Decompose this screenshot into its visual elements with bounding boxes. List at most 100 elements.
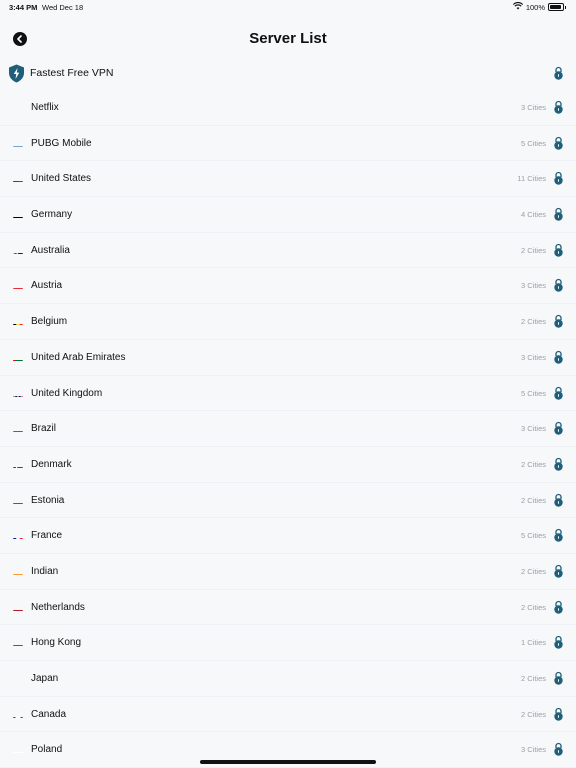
server-row-at[interactable]: Austria 3 Cities xyxy=(0,268,576,305)
home-indicator[interactable] xyxy=(200,760,376,764)
battery-percent: 100% xyxy=(525,2,545,12)
server-name: Indian xyxy=(31,565,59,577)
pubg-flag-icon xyxy=(13,140,23,147)
city-count: 2 Cities xyxy=(520,566,546,576)
lock-icon xyxy=(553,421,564,440)
lock-icon xyxy=(553,564,564,583)
server-list: NETFLIX Netflix 3 Cities PUBG Mobile 5 Citie… xyxy=(0,90,576,768)
lock-icon xyxy=(553,600,564,619)
city-count: 3 Cities xyxy=(520,745,546,755)
city-count: 3 Cities xyxy=(520,281,546,291)
city-count: 2 Cities xyxy=(520,602,546,612)
server-row-pubg[interactable]: PUBG Mobile 5 Cities xyxy=(0,126,576,162)
city-count: 2 Cities xyxy=(520,245,546,255)
server-row-in[interactable]: Indian 2 Cities xyxy=(0,554,576,590)
netflix-flag-icon: NETFLIX xyxy=(13,104,23,111)
server-name: Estonia xyxy=(31,494,65,506)
lock-icon xyxy=(553,635,564,654)
server-row-nl[interactable]: Netherlands 2 Cities xyxy=(0,590,576,626)
fastest-server-row[interactable]: Fastest Free VPN xyxy=(0,60,576,88)
at-flag-icon xyxy=(13,282,23,290)
city-count: 3 Cities xyxy=(520,424,546,434)
ee-flag-icon xyxy=(13,497,23,504)
pl-flag-icon xyxy=(13,746,23,754)
server-name: United Kingdom xyxy=(31,387,103,399)
city-count: 1 Cities xyxy=(520,638,546,648)
server-row-de[interactable]: Germany 4 Cities xyxy=(0,197,576,233)
hk-flag-icon xyxy=(13,639,23,647)
city-count: 5 Cities xyxy=(520,388,546,398)
status-date: Wed Dec 18 xyxy=(42,3,84,12)
lock-icon xyxy=(553,243,564,262)
jp-flag-icon xyxy=(13,675,23,682)
server-row-br[interactable]: Brazil 3 Cities xyxy=(0,411,576,447)
lock-icon xyxy=(553,66,564,85)
city-count: 4 Cities xyxy=(520,210,546,220)
ae-flag-icon xyxy=(13,354,23,361)
server-row-be[interactable]: Belgium 2 Cities xyxy=(0,304,576,340)
server-row-gb[interactable]: United Kingdom 5 Cities xyxy=(0,376,576,412)
server-row-netflix[interactable]: NETFLIX Netflix 3 Cities xyxy=(0,90,576,126)
server-name: Netherlands xyxy=(31,601,85,613)
dk-flag-icon xyxy=(13,461,23,468)
server-row-ee[interactable]: Estonia 2 Cities xyxy=(0,483,576,519)
lock-icon xyxy=(553,314,564,333)
server-name: Germany xyxy=(31,209,73,221)
server-row-ae[interactable]: United Arab Emirates 3 Cities xyxy=(0,340,576,376)
server-row-jp[interactable]: Japan 2 Cities xyxy=(0,661,576,697)
gb-flag-icon xyxy=(13,390,23,397)
lock-icon xyxy=(553,493,564,512)
lock-icon xyxy=(553,671,564,690)
lock-icon xyxy=(553,207,564,226)
lock-icon xyxy=(553,457,564,476)
battery-tip xyxy=(565,5,566,9)
lock-icon xyxy=(553,386,564,405)
server-name: Netflix xyxy=(31,102,59,113)
server-name: Hong Kong xyxy=(31,637,82,649)
server-name: Belgium xyxy=(31,316,68,328)
page-title: Server List xyxy=(249,30,327,47)
city-count: 11 Cities xyxy=(517,174,546,184)
city-count: 3 Cities xyxy=(520,103,546,112)
wifi-icon xyxy=(512,2,523,12)
in-flag-icon xyxy=(13,568,23,575)
be-flag-icon xyxy=(13,318,23,326)
server-row-hk[interactable]: Hong Kong 1 Cities xyxy=(0,625,576,661)
server-name: United States xyxy=(31,173,92,185)
server-name: PUBG Mobile xyxy=(31,137,92,149)
status-bar: 3:44 PM Wed Dec 18 100% xyxy=(0,0,576,14)
city-count: 2 Cities xyxy=(520,459,546,469)
server-row-ca[interactable]: Canada 2 Cities xyxy=(0,697,576,733)
lock-icon xyxy=(553,707,564,726)
server-name: Austria xyxy=(31,280,63,292)
lock-icon xyxy=(553,528,564,547)
server-row-dk[interactable]: Denmark 2 Cities xyxy=(0,447,576,483)
server-row-fr[interactable]: France 5 Cities xyxy=(0,518,576,554)
lock-icon xyxy=(553,350,564,369)
battery-icon xyxy=(548,3,564,11)
server-name: Poland xyxy=(31,744,63,756)
server-row-us[interactable]: United States 11 Cities xyxy=(0,161,576,198)
br-flag-icon xyxy=(13,425,23,433)
city-count: 3 Cities xyxy=(520,352,546,362)
ca-flag-icon xyxy=(13,711,23,718)
status-time: 3:44 PM xyxy=(9,3,38,12)
city-count: 2 Cities xyxy=(520,674,546,683)
lock-icon xyxy=(553,136,564,155)
lock-icon xyxy=(553,742,564,761)
fr-flag-icon xyxy=(13,532,23,540)
server-row-au[interactable]: Australia 2 Cities xyxy=(0,233,576,269)
server-name: Brazil xyxy=(31,423,57,435)
server-name: Japan xyxy=(31,673,59,684)
de-flag-icon xyxy=(13,211,23,219)
status-right: 100% xyxy=(512,2,566,12)
lock-icon xyxy=(553,100,564,119)
city-count: 2 Cities xyxy=(520,709,546,719)
fastest-server-label: Fastest Free VPN xyxy=(30,67,114,79)
lock-icon xyxy=(553,171,564,190)
us-flag-icon xyxy=(13,175,23,183)
city-count: 5 Cities xyxy=(520,138,546,148)
city-count: 2 Cities xyxy=(520,317,546,327)
server-name: Canada xyxy=(31,708,67,720)
city-count: 5 Cities xyxy=(520,531,546,541)
